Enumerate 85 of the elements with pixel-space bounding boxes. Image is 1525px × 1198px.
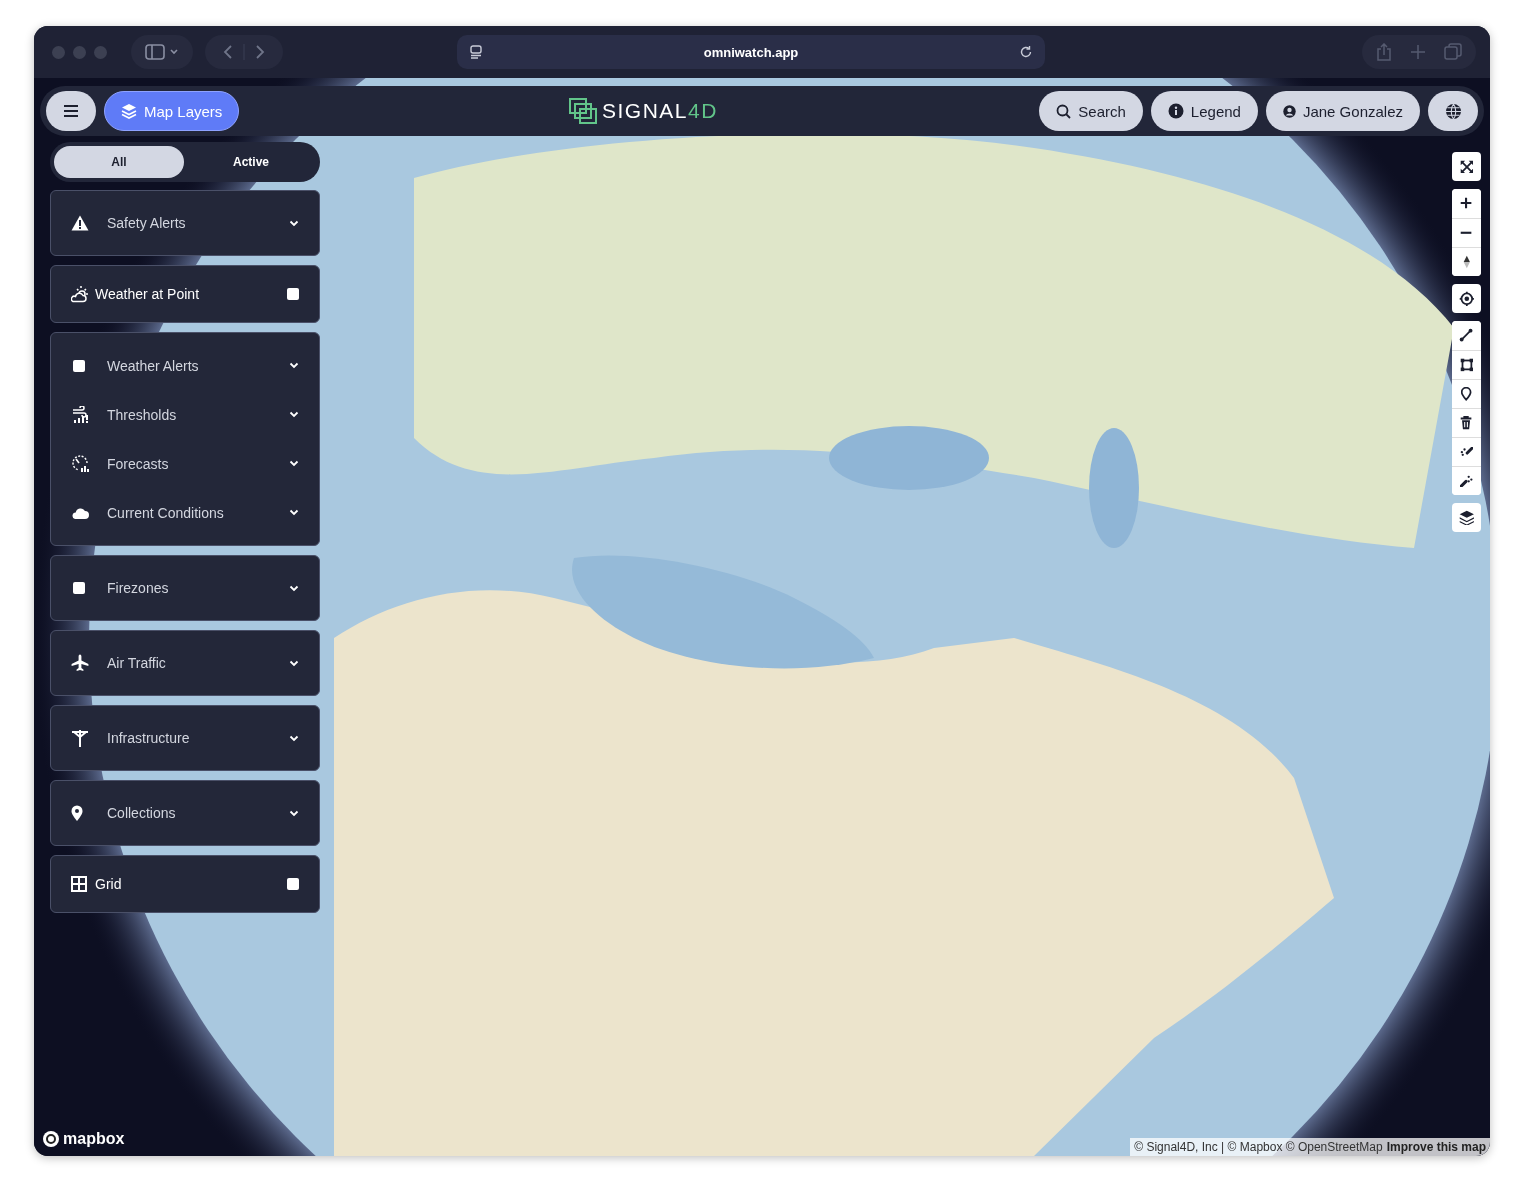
chevron-down-icon bbox=[289, 584, 299, 592]
layer-label: Firezones bbox=[107, 580, 170, 596]
layer-label: Air Traffic bbox=[107, 655, 167, 671]
zoom-out-icon bbox=[1460, 231, 1473, 235]
user-button[interactable]: Jane Gonzalez bbox=[1265, 91, 1420, 131]
utility-pole-icon bbox=[71, 729, 89, 747]
filter-tab[interactable]: All bbox=[54, 146, 184, 178]
improve-map-link[interactable]: Improve this map bbox=[1386, 1140, 1486, 1154]
layers-icon bbox=[121, 103, 137, 119]
layer-row[interactable]: Weather at Point bbox=[51, 266, 319, 322]
close-window-dot[interactable] bbox=[52, 45, 65, 59]
minimize-window-dot[interactable] bbox=[73, 45, 86, 59]
layer-label: Weather at Point bbox=[95, 286, 201, 302]
compass-button[interactable] bbox=[1452, 247, 1481, 276]
chevron-down-icon bbox=[289, 362, 299, 369]
zoom-in-icon bbox=[1460, 197, 1473, 210]
airplane-icon bbox=[71, 654, 89, 672]
checkbox[interactable] bbox=[73, 359, 85, 372]
chevron-down-icon bbox=[289, 219, 299, 227]
draw-line-icon bbox=[1459, 328, 1474, 343]
chevron-down-icon bbox=[289, 460, 299, 467]
info-icon bbox=[1167, 103, 1184, 119]
layer-row[interactable]: Air Traffic bbox=[51, 631, 319, 695]
language-button[interactable] bbox=[1428, 91, 1478, 131]
logo-text: SIGNAL4D bbox=[602, 99, 718, 123]
search-button[interactable]: Search bbox=[1039, 91, 1143, 131]
url-text: omniwatch.app bbox=[702, 44, 800, 60]
checkbox[interactable] bbox=[73, 582, 85, 594]
checkbox[interactable] bbox=[287, 288, 299, 300]
checkbox[interactable] bbox=[287, 878, 299, 890]
layered-squares-icon bbox=[568, 97, 598, 125]
layer-row[interactable]: Collections bbox=[51, 781, 319, 845]
layer-row[interactable]: Current Conditions bbox=[51, 488, 319, 537]
layer-label: Infrastructure bbox=[107, 730, 191, 746]
layer-label: Weather Alerts bbox=[107, 357, 200, 374]
address-bar[interactable]: omniwatch.app bbox=[457, 35, 1045, 69]
layer-row[interactable]: Forecasts bbox=[51, 439, 319, 488]
draw-polygon-icon bbox=[1459, 358, 1474, 372]
layer-label: Safety Alerts bbox=[107, 215, 187, 231]
menu-icon bbox=[63, 104, 79, 118]
delete-icon bbox=[1460, 416, 1473, 430]
reader-icon[interactable] bbox=[469, 45, 483, 59]
sidebar-toggle-button[interactable] bbox=[131, 35, 193, 69]
search-icon bbox=[1056, 103, 1072, 119]
attribution-text: © Signal4D, Inc | © Mapbox © OpenStreetMap bbox=[1134, 1140, 1383, 1154]
map-layers-button[interactable]: Map Layers bbox=[104, 91, 240, 131]
warning-icon bbox=[71, 215, 89, 231]
chevron-down-icon bbox=[289, 734, 299, 742]
reload-icon[interactable] bbox=[1019, 45, 1033, 59]
map-pin-icon bbox=[71, 805, 83, 821]
chevron-down-icon bbox=[289, 411, 299, 418]
user-icon bbox=[1282, 104, 1296, 118]
layer-row[interactable]: Grid bbox=[51, 856, 319, 912]
locate-icon bbox=[1458, 290, 1475, 307]
sidebar-icon bbox=[145, 44, 179, 60]
layer-row[interactable]: Thresholds bbox=[51, 390, 319, 439]
chevron-down-icon bbox=[289, 809, 299, 817]
layer-row[interactable]: Safety Alerts bbox=[51, 191, 319, 255]
fullscreen-icon bbox=[1459, 159, 1474, 174]
layer-label: Thresholds bbox=[107, 406, 178, 423]
layers-icon bbox=[1458, 509, 1475, 526]
layer-label: Current Conditions bbox=[107, 504, 225, 521]
cloud-icon bbox=[71, 506, 89, 519]
compass-icon bbox=[1462, 255, 1471, 269]
grid-icon bbox=[71, 876, 87, 892]
layer-label: Forecasts bbox=[107, 455, 170, 472]
chevron-down-icon bbox=[289, 509, 299, 516]
chevron-down-icon bbox=[289, 659, 299, 667]
mapbox-logo[interactable]: mapbox bbox=[42, 1130, 125, 1148]
legend-button[interactable]: Legend bbox=[1150, 91, 1258, 131]
layer-label: Grid bbox=[95, 876, 123, 892]
gauge-chart-icon bbox=[71, 454, 89, 473]
layer-row[interactable]: Firezones bbox=[51, 556, 319, 620]
sun-cloud-icon bbox=[71, 285, 89, 303]
layer-row[interactable]: Infrastructure bbox=[51, 706, 319, 770]
globe-icon bbox=[1444, 102, 1462, 120]
navigation-buttons[interactable] bbox=[205, 35, 283, 69]
wind-gauge-icon bbox=[71, 405, 89, 424]
draw-point-icon bbox=[1461, 387, 1472, 401]
menu-button[interactable] bbox=[46, 91, 96, 131]
zoom-window-dot[interactable] bbox=[94, 45, 107, 59]
filter-tab[interactable]: Active bbox=[186, 146, 316, 178]
uncombine-button[interactable] bbox=[1452, 466, 1481, 495]
layer-label: Collections bbox=[107, 805, 177, 821]
layer-row[interactable]: Weather Alerts bbox=[51, 341, 319, 390]
